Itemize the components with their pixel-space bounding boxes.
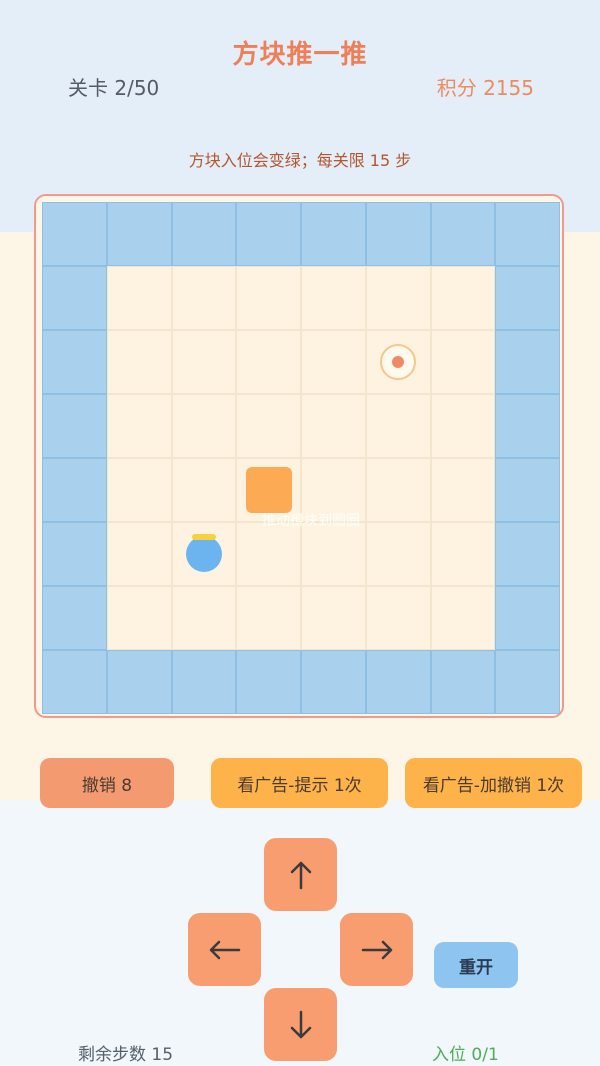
push-box [245,467,292,513]
wall-tile [365,202,431,266]
target-dot [392,356,405,368]
floor-tile [106,394,172,458]
undo-button[interactable]: 撤销 8 [40,758,174,808]
floor-tile [430,330,496,394]
wall-tile [42,458,107,522]
target-spot [380,344,417,380]
floor-tile [106,586,172,650]
floor-tile [236,266,301,330]
move-left-button[interactable] [188,913,261,986]
floor-tile [301,586,366,650]
game-title: 方块推一推 [232,40,368,70]
arrow-left-icon [209,940,240,959]
wall-tile [106,202,172,266]
wall-tile [495,266,560,330]
wall-tile [495,586,560,650]
floor-tile [106,522,172,586]
wall-tile [430,650,496,714]
floor-tile [365,266,431,330]
wall-tile [430,202,496,266]
player-headband [191,534,216,540]
wall-tile [495,458,560,522]
floor-tile [171,586,237,650]
watch-ad-undo-button[interactable]: 看广告-加撤销 1次 [405,758,582,808]
wall-tile [42,522,107,586]
floor-tile [171,394,237,458]
floor-tile [301,394,366,458]
floor-tile [430,586,496,650]
arrow-up-icon [290,861,311,889]
floor-tile [365,586,431,650]
floor-tile [430,458,496,522]
score-display: 积分 2155 [436,76,534,100]
floor-tile [236,586,301,650]
wall-tile [42,266,107,330]
restart-button[interactable]: 重开 [434,942,518,988]
move-up-button[interactable] [264,838,337,911]
arrow-down-icon [290,1010,311,1038]
wall-tile [42,394,107,458]
floor-tile [430,266,496,330]
level-indicator: 关卡 2/50 [68,76,160,100]
wall-tile [301,202,366,266]
floor-tile [106,330,172,394]
placed-counter: 入位 0/1 [432,1045,499,1065]
floor-tile [430,522,496,586]
floor-tile [236,330,301,394]
floor-tile [171,330,237,394]
wall-tile [42,202,107,266]
wall-tile [495,650,560,714]
floor-tile [430,394,496,458]
wall-tile [236,650,301,714]
player-character [185,534,222,572]
move-right-button[interactable] [340,913,413,986]
wall-tile [42,330,107,394]
wall-tile [236,202,301,266]
floor-tile [365,458,431,522]
floor-tile [301,266,366,330]
wall-tile [495,330,560,394]
floor-tile [236,522,301,586]
wall-tile [495,394,560,458]
wall-tile [495,522,560,586]
steps-remaining: 剩余步数 15 [78,1045,174,1065]
wall-tile [365,650,431,714]
arrow-right-icon [361,940,392,959]
floor-tile [365,522,431,586]
wall-tile [301,650,366,714]
game-board: 推动橙块到圆圈 [34,194,564,718]
watch-ad-hint-button[interactable]: 看广告-提示 1次 [211,758,388,808]
rule-hint: 方块入位会变绿；每关限 15 步 [188,151,412,170]
wall-tile [171,650,237,714]
board-overlay-text: 推动橙块到圆圈 [262,513,360,529]
floor-tile [301,522,366,586]
wall-tile [495,202,560,266]
floor-tile [236,394,301,458]
floor-tile [106,458,172,522]
wall-tile [42,650,107,714]
floor-tile [106,266,172,330]
floor-tile [171,266,237,330]
move-down-button[interactable] [264,988,337,1061]
floor-tile [301,330,366,394]
wall-tile [106,650,172,714]
wall-tile [42,586,107,650]
floor-tile [365,394,431,458]
wall-tile [171,202,237,266]
floor-tile [171,458,237,522]
